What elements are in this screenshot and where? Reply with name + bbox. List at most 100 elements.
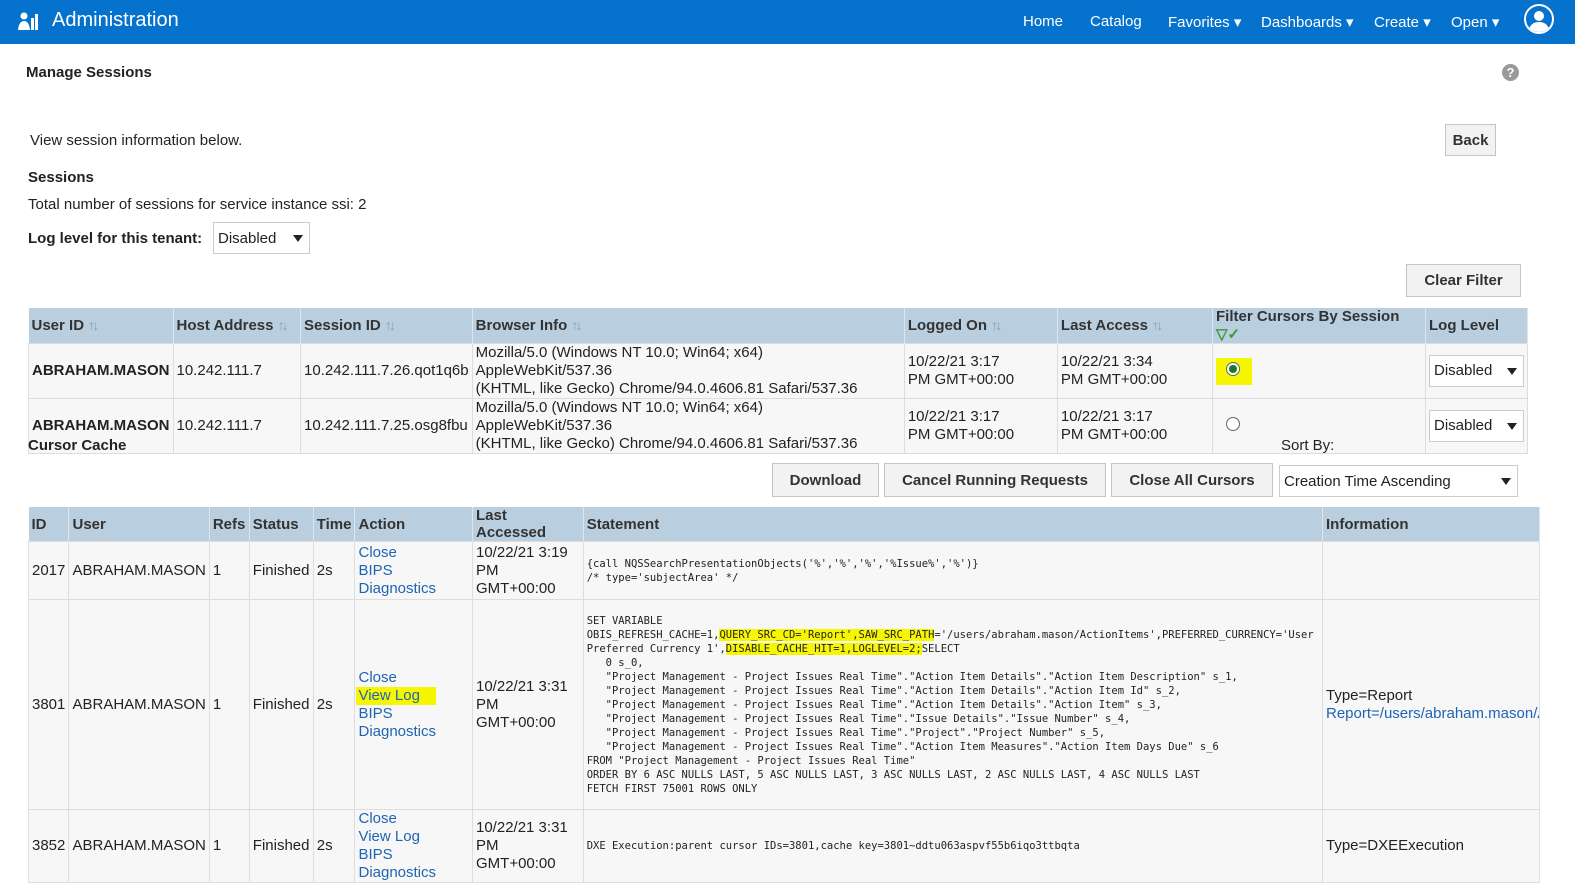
- col-last-access[interactable]: Last Access ↑↓: [1057, 308, 1213, 344]
- text: Preferred Currency 1',: [586, 642, 726, 655]
- view-log-link[interactable]: View Log: [358, 828, 469, 846]
- select-value: Disabled: [1434, 417, 1493, 434]
- cursor-time: 2s: [312, 599, 356, 810]
- cursor-id: 2017: [27, 541, 70, 600]
- cursor-cache-heading: Cursor Cache: [28, 437, 127, 454]
- report-link[interactable]: Report=/users/abraham.mason/ActionItems: [1326, 705, 1539, 723]
- help-icon[interactable]: ?: [1502, 64, 1519, 81]
- user-id: ABRAHAM.MASON: [28, 343, 174, 399]
- browser-info: Mozilla/5.0 (Windows NT 10.0; Win64; x64…: [471, 343, 905, 399]
- time: PM GMT+00:00: [1060, 371, 1168, 388]
- col-user: User: [68, 507, 210, 542]
- download-button[interactable]: Download: [772, 463, 879, 497]
- sort-icon: ↑↓: [1152, 317, 1163, 333]
- col-id: ID: [28, 507, 70, 542]
- cursor-status: Finished: [248, 541, 314, 600]
- intro-text: View session information below.: [30, 132, 243, 149]
- statement-line: SET VARIABLE: [586, 614, 663, 627]
- nav-dashboards[interactable]: Dashboards ▾: [1261, 13, 1354, 31]
- log-level-cell: Disabled: [1425, 398, 1528, 454]
- col-logged-on[interactable]: Logged On ↑↓: [904, 308, 1058, 344]
- chevron-down-icon: [1507, 368, 1517, 375]
- clear-filter-button[interactable]: Clear Filter: [1406, 264, 1521, 297]
- col-session[interactable]: Session ID ↑↓: [300, 308, 473, 344]
- nav-favorites[interactable]: Favorites ▾: [1168, 13, 1241, 31]
- browser-line: Mozilla/5.0 (Windows NT 10.0; Win64; x64…: [475, 344, 763, 379]
- last-accessed: 10/22/21 3:19 PM GMT+00:00: [472, 541, 584, 600]
- statement-line: "Project Management - Project Issues Rea…: [586, 712, 1131, 725]
- date: 10/22/21 3:31: [476, 677, 568, 695]
- col-filter[interactable]: Filter Cursors By Session ▽✓: [1212, 308, 1427, 344]
- date: 10/22/21 3:19: [476, 543, 568, 561]
- date: 10/22/21 3:17: [907, 408, 1000, 425]
- cursor-user: ABRAHAM.MASON: [68, 599, 210, 810]
- cursor-user: ABRAHAM.MASON: [68, 541, 210, 600]
- close-link[interactable]: Close: [358, 669, 469, 687]
- col-host[interactable]: Host Address ↑↓: [173, 308, 302, 344]
- cursor-time: 2s: [312, 541, 356, 600]
- close-all-cursors-button[interactable]: Close All Cursors: [1111, 463, 1273, 497]
- cursor-refs: 1: [208, 541, 250, 600]
- bips-diagnostics-link[interactable]: BIPS Diagnostics: [358, 846, 469, 882]
- nav-label: Open: [1451, 14, 1488, 31]
- time: PM GMT+00:00: [907, 426, 1015, 443]
- info-line: Type=Report: [1326, 686, 1413, 704]
- time: PM GMT+00:00: [476, 561, 556, 597]
- text: ='/users/abraham.mason/ActionItems',PREF…: [934, 628, 1314, 641]
- col-action: Action: [354, 507, 473, 542]
- sessions-total: Total number of sessions for service ins…: [28, 196, 367, 213]
- col-refs: Refs: [209, 507, 250, 542]
- view-log-link[interactable]: View Log: [356, 686, 437, 705]
- close-link[interactable]: Close: [358, 544, 469, 562]
- select-value: Creation Time Ascending: [1284, 472, 1451, 490]
- session-log-level-select[interactable]: Disabled: [1429, 355, 1524, 387]
- table-header: User ID ↑↓ Host Address ↑↓ Session ID ↑↓…: [28, 308, 1528, 344]
- select-value: Disabled: [218, 229, 277, 247]
- table-header: ID User Refs Status Time Action Last Acc…: [28, 507, 1540, 542]
- browser-line: (KHTML, like Gecko) Chrome/94.0.4606.81 …: [475, 380, 858, 397]
- log-level-cell: Disabled: [1425, 343, 1528, 399]
- sort-by-select[interactable]: Creation Time Ascending: [1279, 465, 1518, 497]
- highlighted-text: QUERY_SRC_CD='Report',SAW_SRC_PATH: [719, 628, 935, 641]
- nav-home[interactable]: Home: [1023, 13, 1063, 30]
- information: [1322, 541, 1540, 600]
- actions: Close BIPS Diagnostics: [354, 541, 473, 600]
- col-status: Status: [249, 507, 314, 542]
- sort-icon: ↑↓: [384, 317, 396, 333]
- user-avatar-icon[interactable]: [1524, 4, 1554, 34]
- statement-line: Preferred Currency 1',DISABLE_CACHE_HIT=…: [587, 642, 1319, 656]
- highlighted-text: DISABLE_CACHE_HIT=1,LOGLEVEL=2;: [725, 642, 922, 655]
- nav-create[interactable]: Create ▾: [1374, 13, 1431, 31]
- filter-radio[interactable]: [1225, 361, 1240, 376]
- col-label: Filter Cursors By Session: [1215, 308, 1400, 325]
- log-level-label: Log level for this tenant:: [28, 230, 203, 247]
- col-last-accessed: Last Accessed: [472, 507, 584, 542]
- sessions-table: User ID ↑↓ Host Address ↑↓ Session ID ↑↓…: [28, 308, 1528, 454]
- statement-line: OBIS_REFRESH_CACHE=1,QUERY_SRC_CD='Repor…: [587, 628, 1319, 642]
- browser-info: Mozilla/5.0 (Windows NT 10.0; Win64; x64…: [471, 398, 905, 454]
- bips-diagnostics-link[interactable]: BIPS Diagnostics: [358, 562, 469, 598]
- col-browser[interactable]: Browser Info ↑↓: [472, 308, 905, 344]
- filter-radio[interactable]: [1225, 416, 1240, 431]
- col-user-id[interactable]: User ID ↑↓: [28, 308, 174, 344]
- actions: Close View Log BIPS Diagnostics: [354, 599, 473, 810]
- browser-line: Mozilla/5.0 (Windows NT 10.0; Win64; x64…: [475, 399, 763, 434]
- nav-label: Favorites: [1168, 14, 1230, 31]
- tenant-log-level-select[interactable]: Disabled: [213, 222, 310, 254]
- back-button[interactable]: Back: [1445, 124, 1496, 156]
- nav-catalog[interactable]: Catalog: [1090, 13, 1142, 30]
- statement-line: FETCH FIRST 75001 ROWS ONLY: [586, 782, 758, 795]
- information: Type=Report Report=/users/abraham.mason/A…: [1322, 599, 1540, 810]
- page-title: Manage Sessions: [26, 64, 152, 81]
- text: SELECT: [921, 642, 960, 655]
- bips-diagnostics-link[interactable]: BIPS Diagnostics: [358, 705, 469, 741]
- close-link[interactable]: Close: [358, 810, 469, 828]
- session-log-level-select[interactable]: Disabled: [1429, 410, 1524, 442]
- statement-line: FROM "Project Management - Project Issue…: [586, 754, 916, 767]
- table-row: ABRAHAM.MASON 10.242.111.7 10.242.111.7.…: [28, 343, 1528, 399]
- browser-line: (KHTML, like Gecko) Chrome/94.0.4606.81 …: [475, 435, 858, 452]
- col-information: Information: [1322, 507, 1540, 542]
- cancel-running-requests-button[interactable]: Cancel Running Requests: [884, 463, 1106, 497]
- nav-open[interactable]: Open ▾: [1451, 13, 1499, 31]
- chevron-down-icon: [1507, 423, 1517, 430]
